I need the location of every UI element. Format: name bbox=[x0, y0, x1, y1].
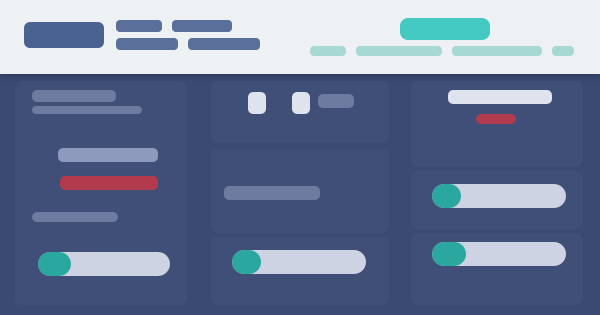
left-card-heading bbox=[58, 148, 158, 162]
util-link-2[interactable] bbox=[356, 46, 442, 56]
mid-bottom-progress[interactable] bbox=[232, 250, 366, 274]
right-top-title bbox=[448, 90, 552, 104]
mid-bottom-card bbox=[212, 238, 388, 304]
left-card bbox=[16, 82, 186, 304]
left-card-alert bbox=[60, 176, 158, 190]
left-card-progress-fill bbox=[38, 252, 71, 276]
nav-link-1[interactable] bbox=[116, 20, 162, 32]
right-bottom-progress[interactable] bbox=[432, 242, 566, 266]
primary-cta-button[interactable] bbox=[400, 18, 490, 40]
right-mid-progress-fill bbox=[432, 184, 462, 208]
nav-link-3[interactable] bbox=[116, 38, 178, 50]
right-mid-card bbox=[412, 172, 582, 228]
right-top-alert bbox=[476, 114, 516, 124]
mid-top-label bbox=[318, 94, 354, 108]
right-top-card bbox=[412, 82, 582, 166]
util-link-3[interactable] bbox=[452, 46, 542, 56]
right-mid-progress[interactable] bbox=[432, 184, 566, 208]
mid-top-icon-2 bbox=[292, 92, 310, 114]
left-card-subtitle bbox=[32, 106, 142, 114]
primary-nav bbox=[116, 18, 266, 56]
right-bottom-progress-fill bbox=[432, 242, 466, 266]
mid-middle-card bbox=[212, 150, 388, 232]
nav-link-4[interactable] bbox=[188, 38, 260, 50]
mid-middle-title bbox=[224, 186, 320, 200]
mid-top-card bbox=[212, 82, 388, 142]
left-card-caption bbox=[32, 212, 118, 222]
mid-top-icon-1 bbox=[248, 92, 266, 114]
header-actions bbox=[300, 16, 590, 62]
top-header bbox=[0, 0, 600, 74]
mid-bottom-progress-fill bbox=[232, 250, 262, 274]
nav-link-2[interactable] bbox=[172, 20, 232, 32]
util-link-4[interactable] bbox=[552, 46, 574, 56]
left-card-title bbox=[32, 90, 116, 102]
util-link-1[interactable] bbox=[310, 46, 346, 56]
right-bottom-card bbox=[412, 234, 582, 304]
left-card-progress[interactable] bbox=[38, 252, 170, 276]
logo[interactable] bbox=[24, 22, 104, 48]
